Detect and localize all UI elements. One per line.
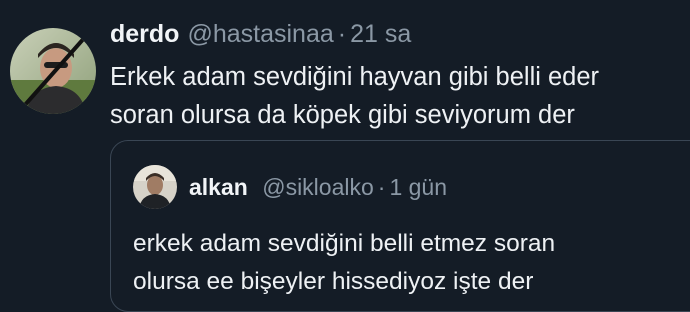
avatar-photo [10,28,96,114]
avatar[interactable] [10,28,96,114]
timestamp[interactable]: 21 sa [350,20,411,48]
quoted-user-handle[interactable]: @sikloalko [262,174,374,200]
quoted-separator-dot: · [377,174,386,200]
quoted-tweet-header: alkan @sikloalko · 1 gün [189,169,447,205]
tweet-text-line: soran olursa da köpek gibi seviyorum der [110,101,575,129]
quoted-display-name[interactable]: alkan [189,174,248,200]
tweet-text: Erkek adam sevdiğini hayvan gibi belli e… [110,58,680,134]
tweet[interactable]: derdo @hastasinaa · 21 sa Erkek adam sevdiğ… [0,0,690,312]
tweet-body: derdo @hastasinaa · 21 sa Erkek adam sevdiğ… [110,14,680,134]
separator-dot: · [337,20,347,48]
quoted-avatar-photo [133,165,177,209]
tweet-text-line: Erkek adam sevdiğini hayvan gibi belli e… [110,63,600,91]
quoted-tweet-card[interactable]: alkan @sikloalko · 1 gün erkek adam sevdiğ… [110,140,690,312]
quoted-timestamp[interactable]: 1 gün [389,174,447,200]
quoted-tweet-text: erkek adam sevdiğini belli etmez soran o… [133,225,555,301]
user-handle[interactable]: @hastasinaa [187,20,333,48]
quoted-avatar[interactable] [133,165,177,209]
quoted-text-line: olursa ee bişeyler hissediyoz işte der [133,268,534,295]
tweet-header: derdo @hastasinaa · 21 sa [110,14,680,54]
quoted-text-line: erkek adam sevdiğini belli etmez soran [133,230,556,257]
display-name[interactable]: derdo [110,20,179,48]
